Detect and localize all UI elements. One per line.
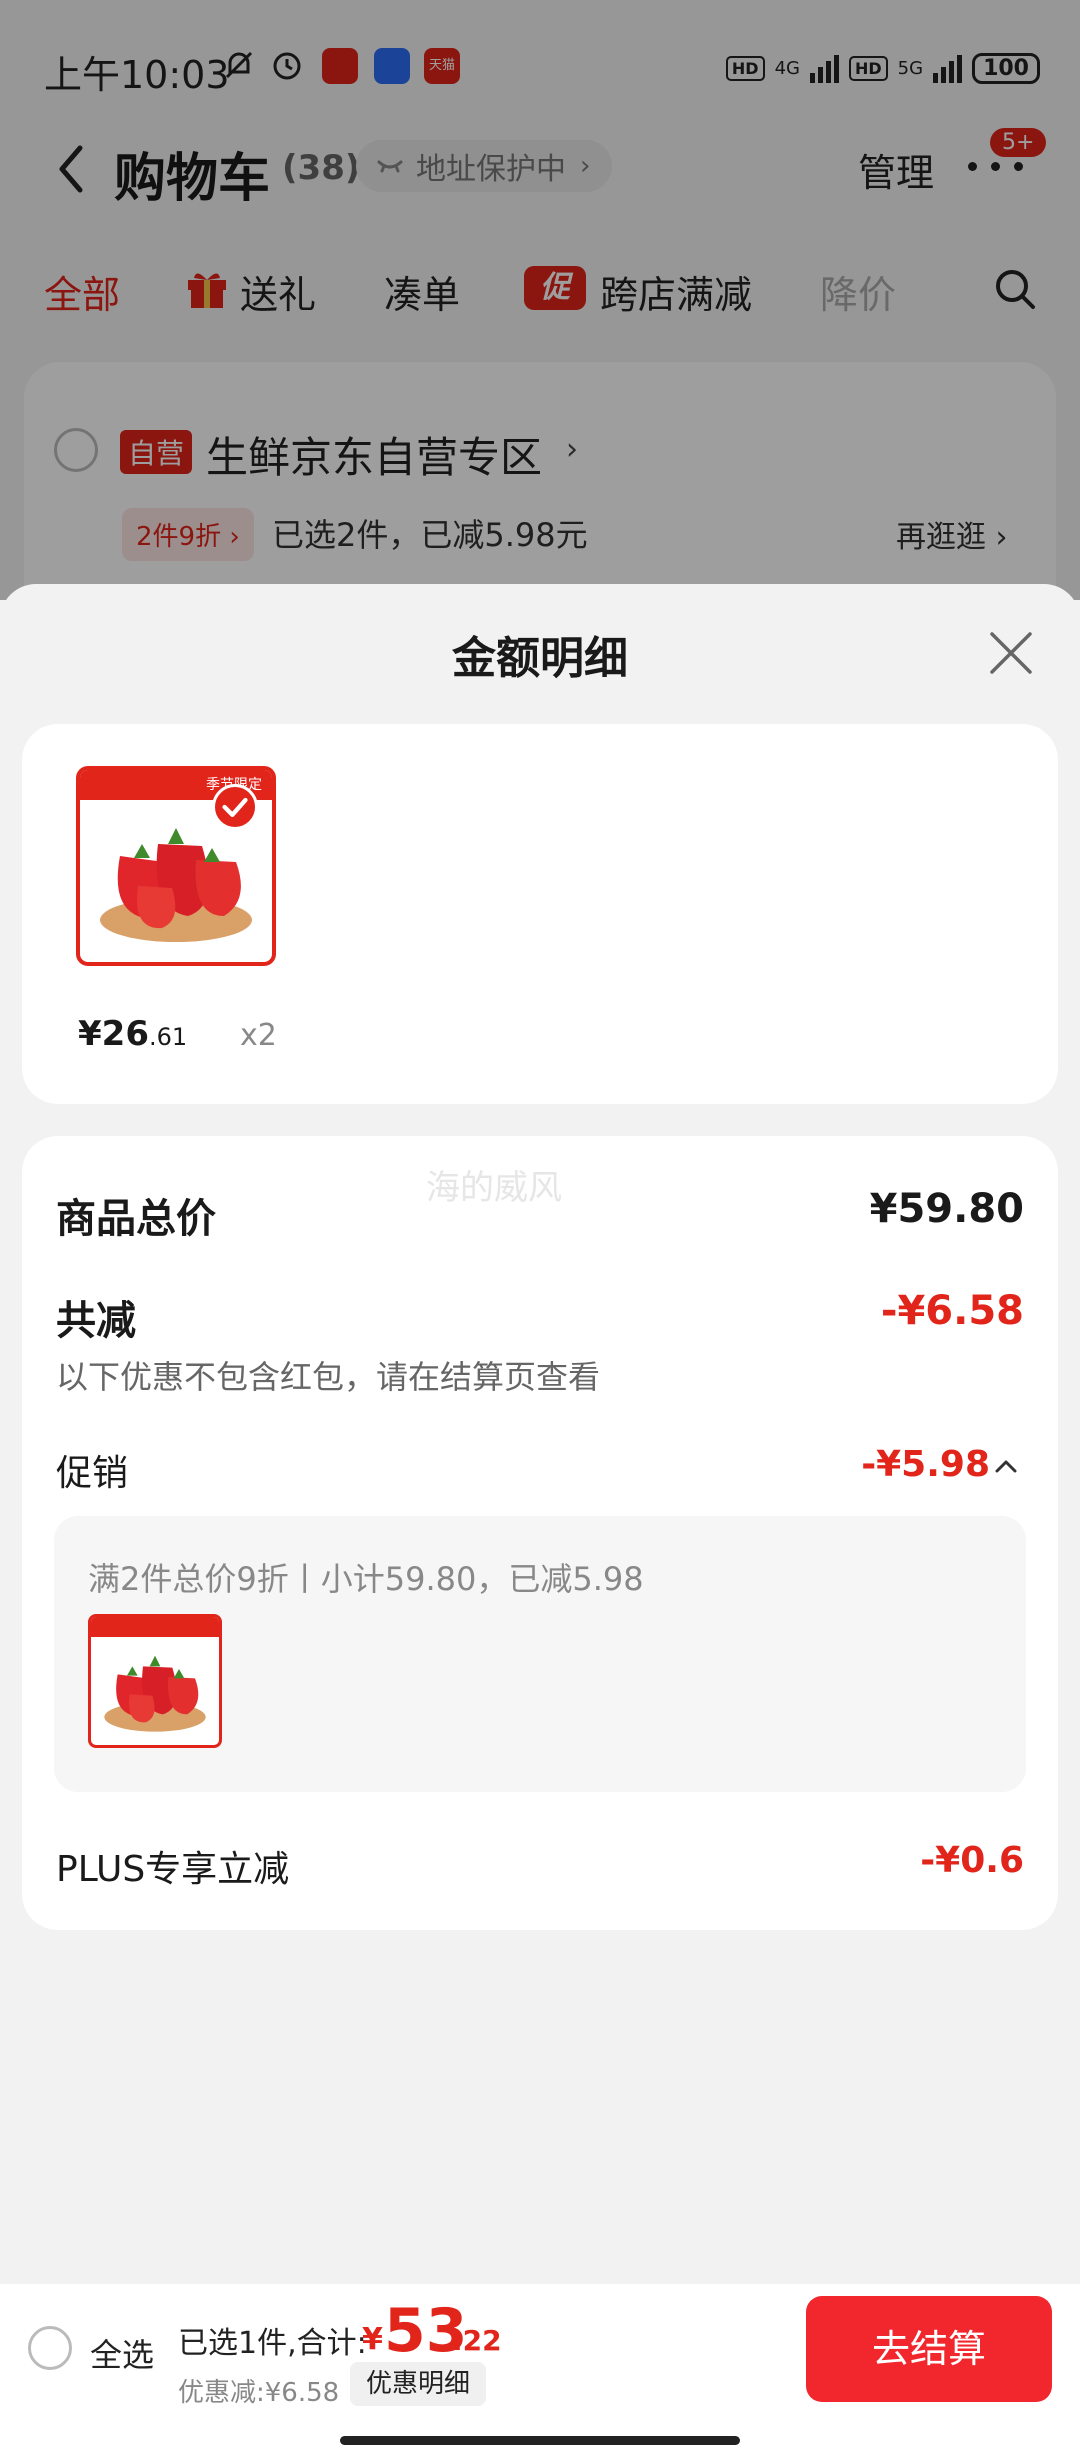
promo-rule-text: 满2件总价9折丨小计59.80，已减5.98 [88,1560,644,1598]
close-icon[interactable] [988,630,1034,676]
watermark: 海的威风 [426,1168,562,1208]
select-all-radio[interactable] [28,2326,72,2370]
item-price-dec: .61 [148,1023,188,1051]
home-indicator[interactable] [340,2436,740,2445]
plus-discount-value: -¥0.6 [920,1840,1024,1881]
strawberry-image [104,1655,206,1732]
discount-label: 共减 [56,1298,136,1344]
goods-total-value: ¥59.80 [869,1186,1024,1232]
item-price-int: ¥26 [78,1014,149,1054]
item-quantity: x2 [240,1018,277,1053]
promo-value[interactable]: -¥5.98 [861,1444,990,1485]
goods-total-label: 商品总价 [56,1196,216,1242]
plus-discount-label: PLUS专享立减 [56,1849,290,1890]
total-amount-decimal: .22 [452,2324,502,2357]
selection-summary: 已选1件,合计: [178,2326,367,2361]
sheet-title: 金额明细 [452,633,628,684]
select-all-label[interactable]: 全选 [90,2330,154,2376]
promo-label[interactable]: 促销 [56,1444,128,1496]
promo-product-thumbnail [88,1614,222,1748]
item-price: ¥26.61 [78,1014,187,1054]
total-currency-symbol: ¥ [362,2322,383,2357]
saved-amount: 优惠减:¥6.58 [178,2378,340,2408]
modal-overlay[interactable] [0,0,1080,600]
selected-check-icon [212,784,258,830]
discount-detail-button[interactable]: 优惠明细 [350,2362,487,2406]
checkout-button[interactable]: 去结算 [806,2296,1052,2402]
discount-note: 以下优惠不包含红包，请在结算页查看 [56,1358,601,1396]
chevron-up-icon[interactable] [994,1456,1018,1476]
discount-value: -¥6.58 [880,1288,1024,1334]
